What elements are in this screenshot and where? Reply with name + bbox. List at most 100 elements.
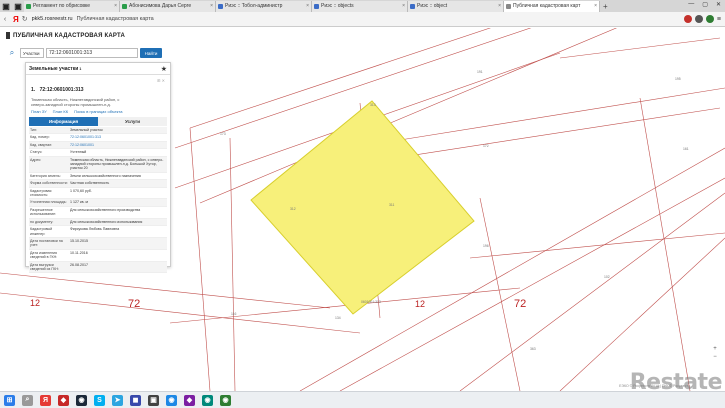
plan-kk-link[interactable]: План КК xyxy=(53,109,68,114)
info-row: Кадастровая стоимость: 1 070,60 руб. xyxy=(29,188,167,200)
browser-tab[interactable]: Риэс :: objects × xyxy=(312,0,408,12)
browser-menu-icon[interactable]: ▣ xyxy=(0,0,12,12)
info-value: Земли сельскохозяйственного назначения xyxy=(70,173,141,178)
info-value[interactable]: 72:12:0601001:313 xyxy=(69,134,167,140)
browser-tab[interactable]: Регламент по обрисовке × xyxy=(24,0,120,12)
result-card[interactable]: 1. 72:12:0601001:313 Тюменская область, … xyxy=(26,75,170,114)
url-page-title[interactable]: Публичная кадастровая карта xyxy=(77,16,154,22)
info-row: Разрешенное использование: Для сельскохоз… xyxy=(29,207,167,219)
back-icon[interactable]: ‹ xyxy=(0,16,10,23)
info-key: Тип: xyxy=(30,128,37,132)
result-number[interactable]: 72:12:0601001:313 xyxy=(40,87,84,93)
close-window-icon[interactable]: ✕ xyxy=(716,1,721,8)
app-icon[interactable]: ◼ xyxy=(130,394,141,406)
search-icon[interactable]: ⌕ xyxy=(6,47,18,59)
extension-icon[interactable] xyxy=(694,15,703,23)
parcel-label: 195 xyxy=(675,77,681,81)
result-address: Тюменская область, Нижнетавдинский район… xyxy=(31,97,120,107)
extension-icon[interactable] xyxy=(705,15,714,23)
selected-parcel[interactable] xyxy=(250,100,475,315)
start-icon[interactable]: ⊞ xyxy=(4,394,15,406)
parcel-label: 134 xyxy=(335,316,341,320)
browser-tab[interactable]: Риэс :: object × xyxy=(408,0,504,12)
address-bar: ‹ Я ↻ pkk5.rosreestr.ru Публичная кадаст… xyxy=(0,12,725,27)
app-icon[interactable]: ◆ xyxy=(58,394,69,406)
window-controls: — ▢ ✕ xyxy=(688,1,721,8)
plan-zu-link[interactable]: План ЗУ xyxy=(31,109,47,114)
info-key: Дата постановки на учет: xyxy=(30,238,63,248)
info-row: Дата изменения сведений в ГКН: 10.11.2016 xyxy=(29,250,167,262)
tab-information[interactable]: Информация xyxy=(29,117,98,126)
search-type-select[interactable]: Участки xyxy=(20,48,44,58)
card-actions-icon[interactable]: ⊞ ✕ xyxy=(157,78,165,83)
map-zone-label: 12 xyxy=(30,298,40,308)
parcel-label: 191 xyxy=(477,70,483,74)
close-tab-icon[interactable]: × xyxy=(498,3,501,9)
rosreestr-logo-icon xyxy=(6,32,10,39)
url-domain[interactable]: pkk5.rosreestr.ru xyxy=(32,16,73,22)
browser-menu-icon-2[interactable]: ▣ xyxy=(12,0,24,12)
parcel-label: 363 xyxy=(530,347,536,351)
search-input[interactable]: 72:12:0601001:313 xyxy=(46,48,138,58)
telegram-icon[interactable]: ➤ xyxy=(112,394,123,406)
parcel-label: 116 xyxy=(231,312,237,316)
info-row: Уточненная площадь: 1 127 кв. м xyxy=(29,199,167,207)
info-value: Тюменская область, Нижнетавдинский район… xyxy=(70,157,164,171)
close-tab-icon[interactable]: × xyxy=(306,3,309,9)
map-zone-label: 12 xyxy=(415,299,425,309)
browser-tab[interactable]: Абонисимова Дарья Серге × xyxy=(120,0,216,12)
tab-services[interactable]: Услуги xyxy=(98,117,167,126)
info-table: Тип: Земельный участок Кад. номер: 72:12:06… xyxy=(29,127,167,274)
info-key: Дата изменения сведений в ГКН: xyxy=(30,250,58,260)
favicon-icon xyxy=(218,3,223,9)
zoom-in-icon[interactable]: + xyxy=(711,346,719,352)
info-row: Дата выгрузки сведений из ГКН: 26.08.2017 xyxy=(29,261,167,274)
game-icon[interactable]: ▣ xyxy=(148,394,159,406)
search-bar: ⌕ Участки 72:12:0601001:313 Найти xyxy=(6,47,171,59)
extension-icon[interactable] xyxy=(683,15,692,23)
info-value[interactable]: 72:12:0601001 xyxy=(69,142,167,148)
parcel-label: 311 xyxy=(389,203,395,207)
info-key: Дата выгрузки сведений из ГКН: xyxy=(30,262,59,271)
app-icon[interactable]: ◉ xyxy=(166,394,177,406)
info-key: Кадастровый инженер: xyxy=(30,227,53,236)
info-value: 10.11.2016 xyxy=(70,250,88,255)
search-in-bounds-link[interactable]: Поиск в границах объекта xyxy=(74,109,122,114)
info-row: Дата постановки на учет: 15.10.2015 xyxy=(29,237,167,250)
parcel-label: 172 xyxy=(483,144,489,148)
star-icon[interactable]: ★ xyxy=(161,65,167,73)
info-row: Категория земель: Земли сельскохозяйствен… xyxy=(29,173,167,181)
app-icon[interactable]: ◉ xyxy=(202,394,213,406)
skype-icon[interactable]: S xyxy=(94,394,105,406)
search-taskbar-icon[interactable]: ⌕ xyxy=(22,394,33,406)
info-key: Категория земель: xyxy=(30,173,61,178)
minimize-icon[interactable]: — xyxy=(688,1,694,8)
zoom-out-icon[interactable]: − xyxy=(711,354,719,360)
app-icon[interactable]: ◉ xyxy=(220,394,231,406)
favicon-icon xyxy=(26,3,31,9)
browser-menu-icon[interactable]: ≡ xyxy=(717,16,721,23)
app-header: ПУБЛИЧНАЯ КАДАСТРОВАЯ КАРТА xyxy=(6,32,125,39)
parcel-cadastral-number: 0601001:313 xyxy=(361,300,381,304)
yandex-browser-icon[interactable]: Я xyxy=(40,394,51,406)
search-button[interactable]: Найти xyxy=(140,48,162,58)
parcel-label: 173 xyxy=(220,132,226,136)
close-tab-icon[interactable]: × xyxy=(114,3,117,9)
parcel-label: 313 xyxy=(370,103,376,107)
browser-tab-strip: ▣ ▣ Регламент по обрисовке × Абонисимова … xyxy=(0,0,725,12)
close-tab-icon[interactable]: × xyxy=(402,3,405,9)
close-tab-icon[interactable]: × xyxy=(210,3,213,9)
maximize-icon[interactable]: ▢ xyxy=(702,1,708,8)
browser-tab[interactable]: Риэс :: Тобол-администр × xyxy=(216,0,312,12)
info-key: Разрешенное использование: xyxy=(30,207,57,217)
info-value: Для сельскохозяйственного производства xyxy=(70,207,141,212)
yandex-logo-icon[interactable]: Я xyxy=(13,15,19,24)
browser-tab-active[interactable]: Публичная кадастровая карт × xyxy=(504,0,600,12)
reload-icon[interactable]: ↻ xyxy=(22,15,28,23)
app-icon[interactable]: ◆ xyxy=(184,394,195,406)
new-tab-icon[interactable]: + xyxy=(603,2,608,11)
steam-icon[interactable]: ◉ xyxy=(76,394,87,406)
parcel-label: 161 xyxy=(683,147,689,151)
close-tab-icon[interactable]: × xyxy=(594,3,597,9)
info-key: Форма собственности: xyxy=(30,181,68,186)
